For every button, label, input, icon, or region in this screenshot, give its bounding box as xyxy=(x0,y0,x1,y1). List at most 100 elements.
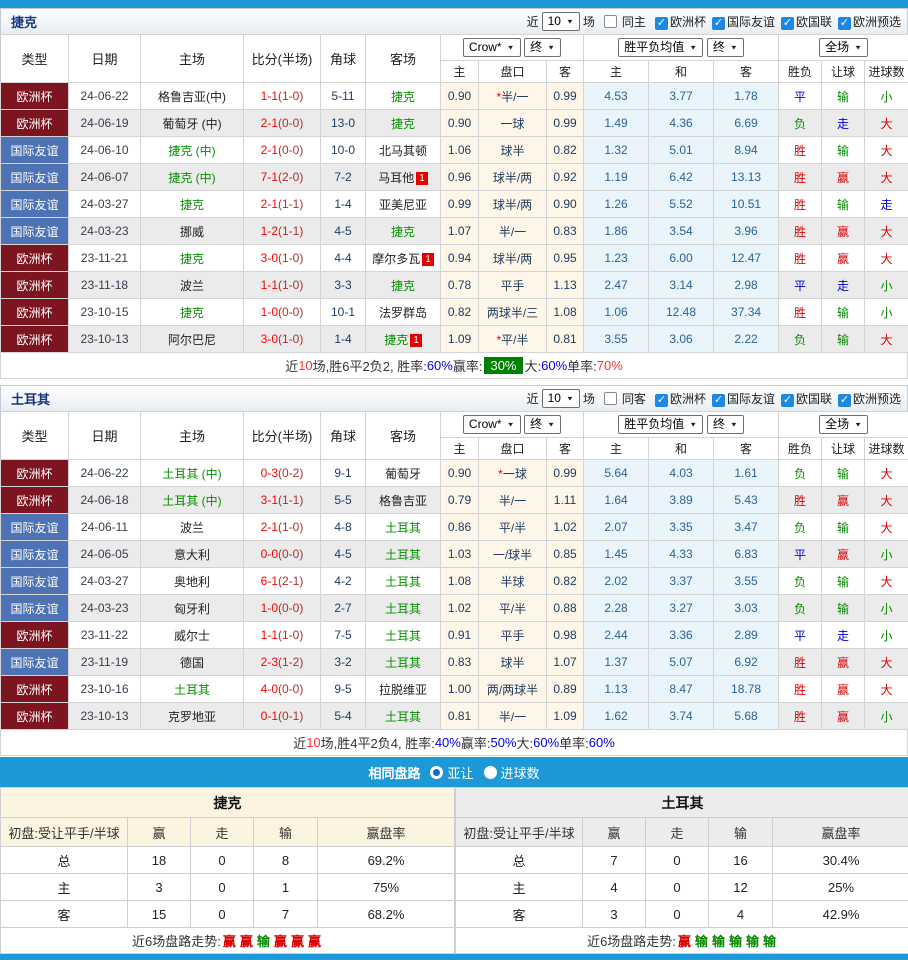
odds-final-dropdown[interactable]: 终▼ xyxy=(524,415,561,434)
avg-draw-cell: 6.00 xyxy=(649,245,714,272)
avg-away-cell: 3.47 xyxy=(714,514,779,541)
compare-bar-title: 相同盘路 xyxy=(368,763,420,782)
avg-home-cell: 1.45 xyxy=(584,541,649,568)
goals-cell: 小 xyxy=(865,622,908,649)
corner-cell: 4-2 xyxy=(321,568,366,595)
handicap-radio[interactable] xyxy=(430,766,443,779)
compare-cell: 0 xyxy=(646,901,709,928)
league-checkbox[interactable]: ✓ xyxy=(712,394,725,407)
handicap-radio-option[interactable]: 亚让 xyxy=(430,763,473,782)
avg-away-cell: 18.78 xyxy=(714,676,779,703)
compare-row: 客30442.9% xyxy=(456,901,908,928)
away-odds-cell: 0.99 xyxy=(547,110,584,137)
league-checkbox[interactable]: ✓ xyxy=(838,17,851,30)
home-team-cell: 克罗地亚 xyxy=(141,703,244,730)
same-venue-checkbox[interactable] xyxy=(604,15,617,28)
compare-col-lose: 输 xyxy=(254,818,318,847)
avg-draw-cell: 3.14 xyxy=(649,272,714,299)
date-cell: 23-10-13 xyxy=(69,326,141,353)
games-count-dropdown[interactable]: 10▼ xyxy=(542,12,580,31)
compare-cell: 16 xyxy=(709,847,773,874)
goals-cell: 小 xyxy=(865,83,908,110)
goals-radio-label: 进球数 xyxy=(501,763,540,782)
home-odds-cell: 1.09 xyxy=(441,326,479,353)
league-checkbox[interactable]: ✓ xyxy=(712,17,725,30)
avg-type-dropdown[interactable]: 胜平负均值▼ xyxy=(618,38,703,57)
col-date: 日期 xyxy=(69,412,141,460)
col-score: 比分(半场) xyxy=(244,412,321,460)
date-cell: 24-06-19 xyxy=(69,110,141,137)
compare-cell: 75% xyxy=(318,874,455,901)
summary-segment: 场,胜4平2负4, 胜率: xyxy=(321,733,435,752)
section-summary: 近10场,胜4平2负4, 胜率:40% 赢率:50% 大:60% 单率:60% xyxy=(0,730,908,756)
team-sections: 捷克 近 10▼ 场 同主 ✓欧洲杯✓国际友谊✓欧国联✓欧洲预选 xyxy=(0,8,908,756)
compare-col-winrate: 赢盘率 xyxy=(318,818,455,847)
full-time-score: 1-1 xyxy=(261,278,278,292)
league-checkbox[interactable]: ✓ xyxy=(838,394,851,407)
avg-final-dropdown[interactable]: 终▼ xyxy=(707,415,744,434)
compare-col-push: 走 xyxy=(646,818,709,847)
away-team-cell: 北马其顿 xyxy=(366,137,441,164)
home-team-cell: 奥地利 xyxy=(141,568,244,595)
summary-segment: 50% xyxy=(490,735,516,750)
avg-final-dropdown[interactable]: 终▼ xyxy=(707,38,744,57)
league-checkbox-label: 欧洲预选 xyxy=(853,15,901,29)
full-time-score: 1-0 xyxy=(261,601,278,615)
avg-draw-cell: 5.07 xyxy=(649,649,714,676)
away-team-cell: 土耳其 xyxy=(366,703,441,730)
full-time-score: 0-0 xyxy=(261,547,278,561)
half-time-score: (0-2) xyxy=(278,466,303,480)
summary-segment: 10 xyxy=(298,358,312,373)
chevron-down-icon: ▼ xyxy=(547,42,555,54)
league-checkbox-label: 欧国联 xyxy=(796,15,832,29)
compare-cell: 4 xyxy=(583,874,646,901)
away-team-name: 土耳其 xyxy=(385,710,421,724)
corner-cell: 2-7 xyxy=(321,595,366,622)
avg-home-cell: 2.07 xyxy=(584,514,649,541)
same-venue-checkbox[interactable] xyxy=(604,392,617,405)
match-row: 欧洲杯23-11-18波兰1-1(1-0)3-3捷克0.78平手1.132.47… xyxy=(1,272,908,299)
avg-type-dropdown[interactable]: 胜平负均值▼ xyxy=(618,415,703,434)
full-time-score: 6-1 xyxy=(261,574,278,588)
compare-col-lose: 输 xyxy=(709,818,773,847)
goals-radio-option[interactable]: 进球数 xyxy=(484,763,540,782)
col-goals: 进球数 xyxy=(865,61,908,83)
odds-final-dropdown[interactable]: 终▼ xyxy=(524,38,561,57)
away-team-cell: 拉脱维亚 xyxy=(366,676,441,703)
match-row: 欧洲杯24-06-18土耳其 (中)3-1(1-1)5-5格鲁吉亚0.79半/一… xyxy=(1,487,908,514)
league-checkbox[interactable]: ✓ xyxy=(781,17,794,30)
away-team-cell: 捷克1 xyxy=(366,326,441,353)
avg-home-cell: 1.86 xyxy=(584,218,649,245)
corner-cell: 5-5 xyxy=(321,487,366,514)
odds-source-dropdown[interactable]: Crow*▼ xyxy=(463,415,521,434)
scope-dropdown[interactable]: 全场▼ xyxy=(819,38,868,57)
handicap-value: 一球 xyxy=(503,467,527,481)
match-row: 国际友谊24-03-23挪威1-2(1-1)4-5捷克1.07半/一0.831.… xyxy=(1,218,908,245)
score-cell: 1-1(1-0) xyxy=(244,83,321,110)
home-team-cell: 捷克 (中) xyxy=(141,137,244,164)
league-checkbox[interactable]: ✓ xyxy=(781,394,794,407)
home-odds-cell: 0.99 xyxy=(441,191,479,218)
result-cell: 胜 xyxy=(779,191,822,218)
avg-draw-cell: 8.47 xyxy=(649,676,714,703)
goals-cell: 大 xyxy=(865,164,908,191)
avg-home-cell: 5.64 xyxy=(584,460,649,487)
away-odds-cell: 0.90 xyxy=(547,191,584,218)
result-cell: 负 xyxy=(779,514,822,541)
goals-radio[interactable] xyxy=(484,766,497,779)
away-team-name: 土耳其 xyxy=(385,548,421,562)
league-checkbox[interactable]: ✓ xyxy=(655,394,668,407)
scope-dropdown[interactable]: 全场▼ xyxy=(819,415,868,434)
league-checkbox[interactable]: ✓ xyxy=(655,17,668,30)
odds-source-dropdown[interactable]: Crow*▼ xyxy=(463,38,521,57)
avg-away-cell: 1.61 xyxy=(714,460,779,487)
home-team-name: 葡萄牙 (中) xyxy=(162,117,221,131)
compare-cell: 30.4% xyxy=(773,847,908,874)
handicap-cell: 两/两球半 xyxy=(479,676,547,703)
half-time-score: (1-0) xyxy=(278,520,303,534)
games-count-dropdown[interactable]: 10▼ xyxy=(542,389,580,408)
compare-team-title: 土耳其 xyxy=(456,788,908,818)
half-time-score: (0-0) xyxy=(278,547,303,561)
result-cell: 胜 xyxy=(779,649,822,676)
handicap-result-cell: 输 xyxy=(822,299,865,326)
